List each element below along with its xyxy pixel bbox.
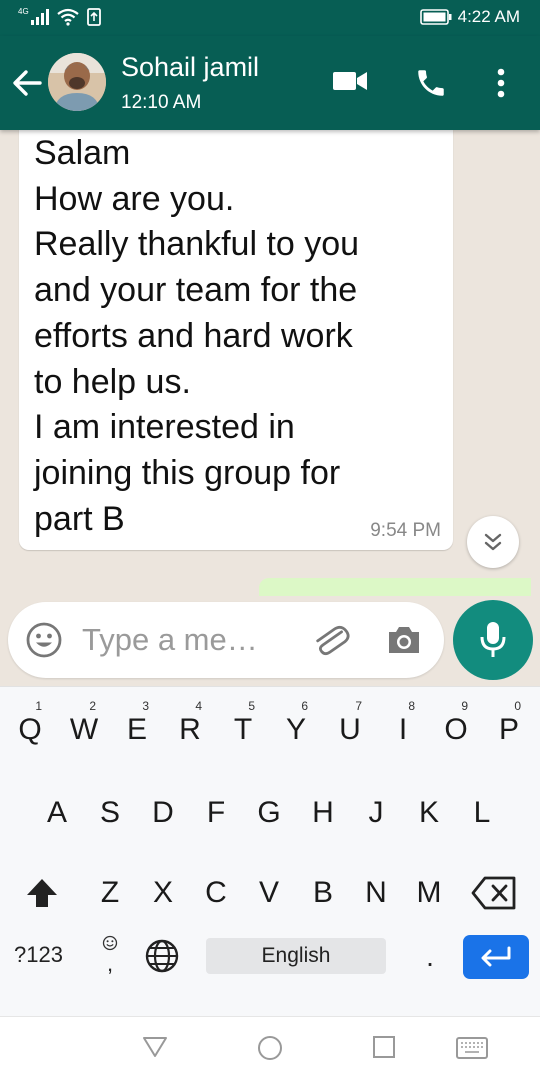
key-e[interactable]: 3E — [113, 687, 161, 747]
incoming-message-bubble[interactable]: Salam How are you. Really thankful to yo… — [19, 130, 453, 550]
status-time: 4:22 AM — [457, 7, 520, 26]
voice-record-button[interactable] — [453, 600, 533, 680]
key-f[interactable]: F — [192, 783, 240, 843]
outgoing-message-bubble[interactable] — [259, 578, 531, 596]
backspace-icon — [471, 876, 516, 910]
key-j[interactable]: J — [352, 783, 400, 843]
shift-icon — [27, 879, 57, 907]
back-arrow-icon — [13, 70, 42, 96]
key-x[interactable]: X — [139, 863, 187, 923]
shift-key[interactable] — [18, 863, 66, 923]
soft-keyboard: 1Q 2W 3E 4R 5T 6Y 7U 8I 9O 0P A S D F G … — [0, 686, 540, 1016]
key-b[interactable]: B — [299, 863, 347, 923]
last-seen: 12:10 AM — [121, 92, 202, 113]
symbols-key[interactable]: ?123 — [14, 942, 63, 968]
status-right: 4:22 AM — [419, 7, 520, 27]
contact-name[interactable]: Sohail jamil — [121, 52, 259, 83]
key-m[interactable]: M — [405, 863, 453, 923]
key-w[interactable]: 2W — [60, 687, 108, 747]
video-call-button[interactable] — [332, 66, 368, 101]
scroll-to-bottom-button[interactable] — [467, 516, 519, 568]
message-text: Salam How are you. Really thankful to yo… — [34, 134, 360, 538]
emoji-icon — [26, 622, 62, 658]
emoji-button[interactable] — [26, 622, 62, 663]
system-navigation-bar — [0, 1016, 540, 1080]
emoji-comma-key[interactable]: , — [98, 935, 122, 979]
status-left: 4G — [18, 6, 101, 26]
microphone-icon — [480, 622, 506, 657]
status-bar: 4G 4:22 AM — [0, 0, 540, 36]
attach-button[interactable] — [310, 622, 350, 663]
signal-icon — [30, 9, 49, 25]
key-c[interactable]: C — [192, 863, 240, 923]
key-q[interactable]: 1Q — [6, 687, 54, 747]
back-button[interactable] — [10, 66, 44, 100]
key-p[interactable]: 0P — [485, 687, 533, 747]
key-a[interactable]: A — [33, 783, 81, 843]
sim-upload-icon — [86, 8, 101, 26]
enter-icon — [481, 946, 511, 967]
language-key[interactable] — [145, 939, 179, 978]
camera-icon — [389, 627, 419, 653]
enter-key[interactable] — [463, 935, 529, 979]
video-call-icon — [333, 72, 367, 90]
key-d[interactable]: D — [139, 783, 187, 843]
voice-call-icon — [418, 70, 444, 96]
chat-header: Sohail jamil 12:10 AM — [0, 36, 540, 130]
double-chevron-down-icon — [484, 533, 502, 551]
backspace-key[interactable] — [470, 863, 518, 923]
wifi-icon — [56, 8, 79, 26]
nav-home-button[interactable] — [257, 1035, 283, 1066]
key-y[interactable]: 6Y — [272, 687, 320, 747]
key-t[interactable]: 5T — [219, 687, 267, 747]
key-u[interactable]: 7U — [326, 687, 374, 747]
contact-photo — [48, 53, 106, 111]
key-s[interactable]: S — [86, 783, 134, 843]
triangle-back-icon — [143, 1037, 167, 1057]
voice-call-button[interactable] — [414, 66, 448, 105]
key-v[interactable]: V — [245, 863, 293, 923]
avatar[interactable] — [48, 53, 106, 111]
key-z[interactable]: Z — [86, 863, 134, 923]
key-k[interactable]: K — [405, 783, 453, 843]
paperclip-icon — [316, 625, 350, 656]
key-h[interactable]: H — [299, 783, 347, 843]
more-options-button[interactable] — [494, 66, 508, 105]
key-g[interactable]: G — [245, 783, 293, 843]
space-key[interactable]: English — [206, 938, 386, 974]
key-n[interactable]: N — [352, 863, 400, 923]
battery-icon — [419, 9, 452, 25]
globe-icon — [145, 939, 179, 973]
nav-recents-button[interactable] — [372, 1035, 396, 1064]
key-i[interactable]: 8I — [379, 687, 427, 747]
nav-back-button[interactable] — [142, 1035, 168, 1064]
key-l[interactable]: L — [458, 783, 506, 843]
network-type: 4G — [18, 6, 29, 16]
circle-home-icon — [258, 1036, 282, 1060]
message-input-bar — [8, 602, 444, 678]
more-options-icon — [497, 68, 505, 98]
period-key[interactable]: . — [420, 941, 440, 973]
key-r[interactable]: 4R — [166, 687, 214, 747]
keyboard-icon — [456, 1037, 488, 1059]
key-o[interactable]: 9O — [432, 687, 480, 747]
message-input[interactable] — [82, 618, 292, 662]
chat-area[interactable]: Salam How are you. Really thankful to yo… — [0, 130, 540, 596]
comma-label: , — [106, 951, 114, 976]
nav-keyboard-button[interactable] — [456, 1037, 488, 1064]
message-time: 9:54 PM — [370, 520, 441, 541]
small-emoji-icon — [102, 935, 118, 951]
square-recents-icon — [373, 1036, 395, 1058]
camera-button[interactable] — [386, 624, 422, 661]
